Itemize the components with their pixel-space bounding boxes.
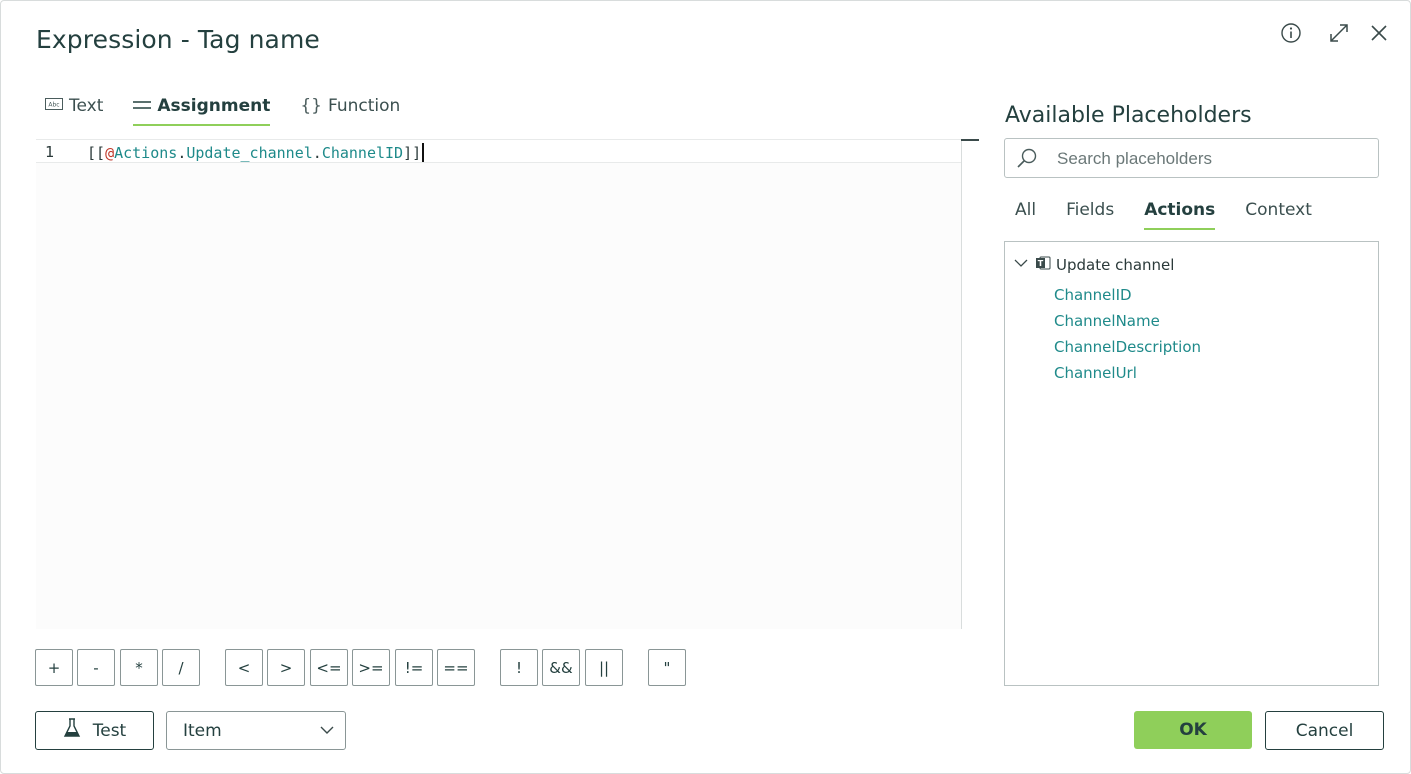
tab-actions[interactable]: Actions: [1144, 200, 1216, 230]
operator-not-equal-button[interactable]: !=: [395, 649, 433, 686]
test-button[interactable]: Test: [35, 711, 154, 750]
tree-node-update-channel[interactable]: T Update channel: [1013, 255, 1174, 275]
placeholder-search-box[interactable]: [1004, 138, 1379, 178]
tab-assignment-label: Assignment: [157, 96, 271, 116]
placeholder-item-channeldescription[interactable]: ChannelDescription: [1054, 338, 1201, 356]
code-token-channelid: ChannelID: [321, 144, 404, 162]
tab-function-label: Function: [328, 96, 401, 116]
editor-current-line[interactable]: 1 [[@Actions.Update_channel.ChannelID]]: [36, 139, 961, 163]
tab-text[interactable]: Abc Text: [45, 96, 103, 126]
operator-greater-than-button[interactable]: >: [267, 649, 305, 686]
test-context-select[interactable]: Item: [166, 711, 346, 750]
code-close-brackets: ]]: [403, 144, 422, 162]
placeholder-tree: T Update channel ChannelID ChannelName C…: [1004, 241, 1379, 686]
code-editor[interactable]: 1 [[@Actions.Update_channel.ChannelID]]: [36, 139, 961, 629]
operator-less-equal-button[interactable]: <=: [310, 649, 348, 686]
code-at-sign: @: [105, 144, 115, 162]
braces-icon: {}: [300, 96, 322, 116]
operator-or-button[interactable]: ||: [585, 649, 623, 686]
operator-equal-button[interactable]: ==: [437, 649, 475, 686]
operator-and-button[interactable]: &&: [542, 649, 580, 686]
tree-node-label: Update channel: [1056, 256, 1175, 274]
svg-text:Abc: Abc: [48, 102, 59, 109]
tab-fields[interactable]: Fields: [1066, 200, 1114, 230]
chevron-down-icon: [319, 722, 335, 743]
code-token-update-channel: Update_channel: [186, 144, 313, 162]
placeholder-search-input[interactable]: [1055, 145, 1369, 173]
flask-icon: [63, 718, 81, 743]
chevron-down-icon[interactable]: [1013, 256, 1029, 274]
equals-icon: [133, 99, 152, 114]
editor-mode-tabs: Abc Text Assignment {} Function: [45, 96, 430, 126]
code-token-actions: Actions: [114, 144, 178, 162]
placeholder-item-channelname[interactable]: ChannelName: [1054, 312, 1160, 330]
ok-button[interactable]: OK: [1134, 711, 1252, 749]
line-number: 1: [45, 143, 55, 161]
placeholder-tabs: All Fields Actions Context: [1015, 200, 1342, 230]
minimap-marker: [961, 139, 979, 141]
info-icon[interactable]: [1279, 21, 1303, 45]
teams-app-icon: T: [1035, 255, 1051, 275]
tab-function[interactable]: {} Function: [300, 96, 400, 126]
operator-plus-button[interactable]: +: [35, 649, 73, 686]
placeholder-item-channelid[interactable]: ChannelID: [1054, 286, 1132, 304]
operator-quote-button[interactable]: ": [648, 649, 686, 686]
expression-dialog: Expression - Tag name Abc Text Assignmen…: [0, 0, 1411, 774]
operator-minus-button[interactable]: -: [77, 649, 115, 686]
abc-text-icon: Abc: [45, 98, 63, 114]
operator-greater-equal-button[interactable]: >=: [352, 649, 390, 686]
code-dot: .: [312, 144, 322, 162]
expand-icon[interactable]: [1327, 21, 1351, 45]
search-icon: [1015, 147, 1039, 173]
code-text[interactable]: [[@Actions.Update_channel.ChannelID]]: [87, 143, 425, 162]
test-button-label: Test: [92, 720, 127, 741]
dialog-title: Expression - Tag name: [36, 25, 320, 54]
tab-all[interactable]: All: [1015, 200, 1036, 230]
operator-less-than-button[interactable]: <: [225, 649, 263, 686]
close-icon[interactable]: [1367, 21, 1391, 45]
text-caret: [422, 143, 425, 162]
select-value: Item: [183, 721, 222, 741]
svg-text:T: T: [1038, 259, 1044, 268]
tab-context[interactable]: Context: [1245, 200, 1312, 230]
placeholders-title: Available Placeholders: [1005, 103, 1252, 128]
tab-assignment[interactable]: Assignment: [133, 96, 270, 126]
tab-text-label: Text: [69, 96, 104, 116]
code-dot: .: [177, 144, 187, 162]
operator-divide-button[interactable]: /: [162, 649, 200, 686]
operator-not-button[interactable]: !: [500, 649, 538, 686]
code-open-brackets: [[: [87, 144, 106, 162]
operator-multiply-button[interactable]: *: [120, 649, 158, 686]
cancel-button[interactable]: Cancel: [1265, 711, 1384, 750]
editor-divider: [961, 139, 962, 629]
placeholder-item-channelurl[interactable]: ChannelUrl: [1054, 364, 1137, 382]
